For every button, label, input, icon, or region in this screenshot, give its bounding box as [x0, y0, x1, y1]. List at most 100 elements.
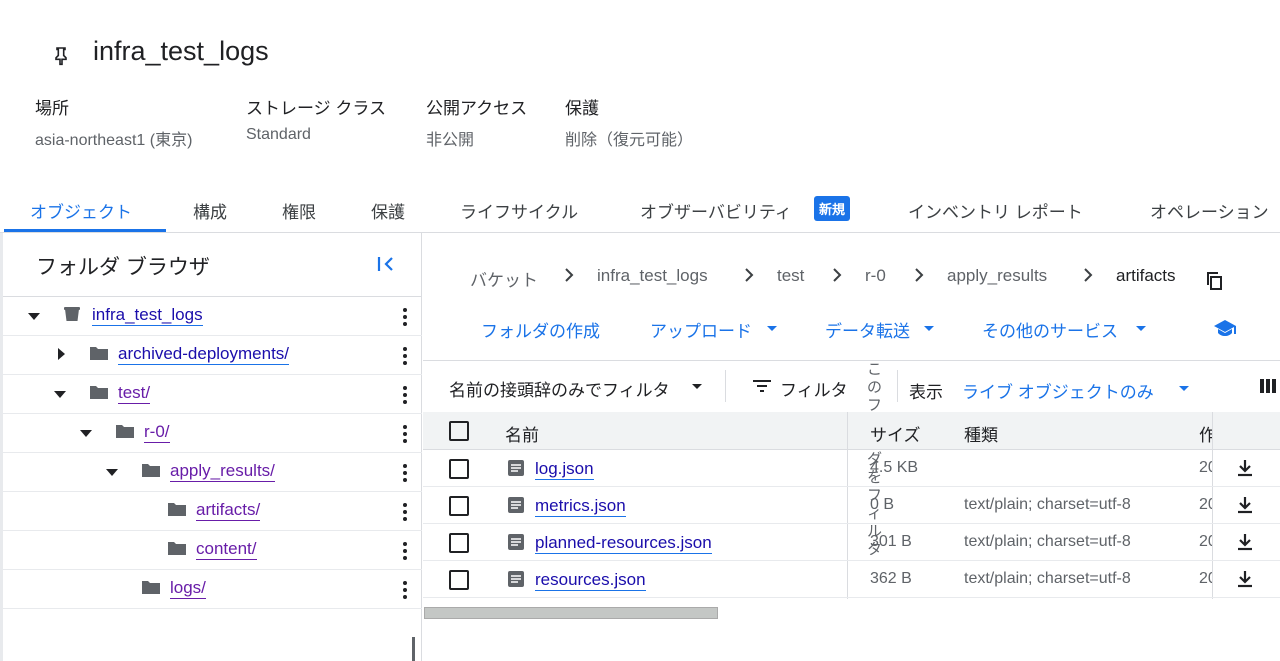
- file-created: 20: [1199, 496, 1212, 513]
- column-header-created[interactable]: 作: [1199, 421, 1213, 446]
- tree-item-archived-deployments[interactable]: archived-deployments/: [118, 344, 290, 365]
- public-access-value: 非公開: [426, 132, 475, 149]
- upload-button[interactable]: アップロード: [650, 317, 752, 342]
- file-icon: [507, 570, 525, 588]
- tree-row-logs[interactable]: [3, 570, 422, 609]
- breadcrumb-artifacts: artifacts: [1116, 266, 1176, 285]
- horizontal-scrollbar[interactable]: [424, 607, 718, 619]
- file-created: 20: [1199, 533, 1212, 550]
- dropdown-arrow-icon: [1135, 325, 1147, 333]
- table-header: [423, 412, 1280, 450]
- prefix-filter-dropdown[interactable]: 名前の接頭辞のみでフィルタ: [449, 376, 670, 401]
- tab-objects[interactable]: オブジェクト: [30, 198, 132, 223]
- pin-icon[interactable]: [52, 46, 70, 66]
- tree-item-apply-results[interactable]: apply_results/: [170, 461, 275, 482]
- caret-down-icon[interactable]: [78, 428, 94, 438]
- row-checkbox[interactable]: [449, 570, 469, 590]
- breadcrumb-apply-results[interactable]: apply_results: [947, 266, 1047, 286]
- file-link-resources-json[interactable]: resources.json: [535, 570, 646, 591]
- divider: [725, 370, 726, 402]
- filter-input[interactable]: フィルタ: [780, 376, 848, 401]
- breadcrumb-bucket[interactable]: バケット: [470, 266, 538, 291]
- left-scrollbar[interactable]: [412, 637, 415, 661]
- select-all-checkbox[interactable]: [449, 421, 469, 441]
- folder-icon: [167, 540, 187, 556]
- tree-item-infra-test-logs[interactable]: infra_test_logs: [92, 305, 203, 326]
- more-vert-icon[interactable]: [402, 307, 408, 327]
- tree-item-r0[interactable]: r-0/: [144, 422, 170, 443]
- file-type: text/plain; charset=utf-8: [964, 570, 1131, 587]
- more-vert-icon[interactable]: [402, 463, 408, 483]
- file-size: 301 B: [870, 533, 912, 550]
- folder-browser-title: フォルダ ブラウザ: [36, 256, 210, 279]
- dropdown-arrow-icon: [1178, 385, 1190, 393]
- caret-down-icon[interactable]: [52, 389, 68, 399]
- column-header-type[interactable]: 種類: [964, 421, 998, 446]
- breadcrumb-test[interactable]: test: [777, 266, 804, 286]
- display-label: 表示: [909, 383, 943, 402]
- dropdown-arrow-icon: [691, 383, 703, 391]
- tree-item-artifacts[interactable]: artifacts/: [196, 500, 261, 521]
- download-icon[interactable]: [1236, 532, 1254, 552]
- folder-icon: [167, 501, 187, 517]
- more-vert-icon[interactable]: [402, 424, 408, 444]
- more-vert-icon[interactable]: [402, 541, 408, 561]
- download-icon[interactable]: [1236, 495, 1254, 515]
- copy-icon[interactable]: [1206, 271, 1224, 291]
- tab-inventory-reports[interactable]: インベントリ レポート: [908, 198, 1083, 223]
- caret-down-icon[interactable]: [26, 311, 42, 321]
- filter-list-icon: [752, 378, 772, 394]
- collapse-panel-icon[interactable]: [376, 254, 398, 274]
- tree-item-content[interactable]: content/: [196, 539, 257, 560]
- file-created: 20: [1199, 459, 1212, 476]
- breadcrumb-r0[interactable]: r-0: [865, 266, 886, 286]
- download-icon[interactable]: [1236, 569, 1254, 589]
- tab-observability[interactable]: オブザーバビリティ: [640, 198, 792, 223]
- dropdown-arrow-icon: [923, 325, 935, 333]
- caret-right-icon[interactable]: [56, 346, 66, 362]
- download-icon[interactable]: [1236, 458, 1254, 478]
- create-folder-button[interactable]: フォルダの作成: [481, 317, 600, 342]
- location-value: asia-northeast1 (東京): [35, 132, 193, 149]
- file-type: text/plain; charset=utf-8: [964, 533, 1131, 550]
- more-vert-icon[interactable]: [402, 385, 408, 405]
- protection-value: 削除（復元可能）: [565, 132, 694, 149]
- file-link-metrics-json[interactable]: metrics.json: [535, 496, 626, 517]
- tab-permissions[interactable]: 権限: [282, 198, 316, 223]
- row-checkbox[interactable]: [449, 533, 469, 553]
- tab-lifecycle[interactable]: ライフサイクル: [460, 198, 578, 223]
- display-mode-dropdown[interactable]: ライブ オブジェクトのみ: [962, 378, 1154, 403]
- storage-class-label: ストレージ クラス: [246, 99, 387, 118]
- chevron-right-icon: [831, 265, 843, 285]
- folder-icon: [89, 384, 109, 400]
- tree-item-logs[interactable]: logs/: [170, 578, 206, 599]
- column-display-icon[interactable]: [1259, 378, 1277, 394]
- tree-row-r0[interactable]: [3, 414, 422, 453]
- file-created: 20: [1199, 570, 1212, 587]
- file-link-planned-resources-json[interactable]: planned-resources.json: [535, 533, 712, 554]
- more-vert-icon[interactable]: [402, 346, 408, 366]
- learn-icon[interactable]: [1213, 318, 1237, 338]
- caret-down-icon[interactable]: [104, 467, 120, 477]
- row-checkbox[interactable]: [449, 496, 469, 516]
- breadcrumb-infra-test-logs[interactable]: infra_test_logs: [597, 266, 708, 286]
- location-label: 場所: [35, 99, 69, 118]
- divider: [897, 370, 898, 402]
- more-vert-icon[interactable]: [402, 502, 408, 522]
- more-vert-icon[interactable]: [402, 580, 408, 600]
- storage-class-value: Standard: [246, 126, 311, 143]
- tree-item-test[interactable]: test/: [118, 383, 151, 404]
- tab-protection[interactable]: 保護: [371, 198, 405, 223]
- tab-configuration[interactable]: 構成: [193, 198, 227, 223]
- folder-icon: [141, 579, 161, 595]
- column-header-name[interactable]: 名前: [505, 421, 539, 446]
- other-services-button[interactable]: その他のサービス: [982, 317, 1118, 342]
- file-type: text/plain; charset=utf-8: [964, 496, 1131, 513]
- file-link-log-json[interactable]: log.json: [535, 459, 594, 480]
- data-transfer-button[interactable]: データ転送: [825, 317, 910, 342]
- file-icon: [507, 496, 525, 514]
- row-checkbox[interactable]: [449, 459, 469, 479]
- tab-operations[interactable]: オペレーション: [1150, 198, 1269, 223]
- column-header-size[interactable]: サイズ: [870, 421, 921, 446]
- folder-icon: [115, 423, 135, 439]
